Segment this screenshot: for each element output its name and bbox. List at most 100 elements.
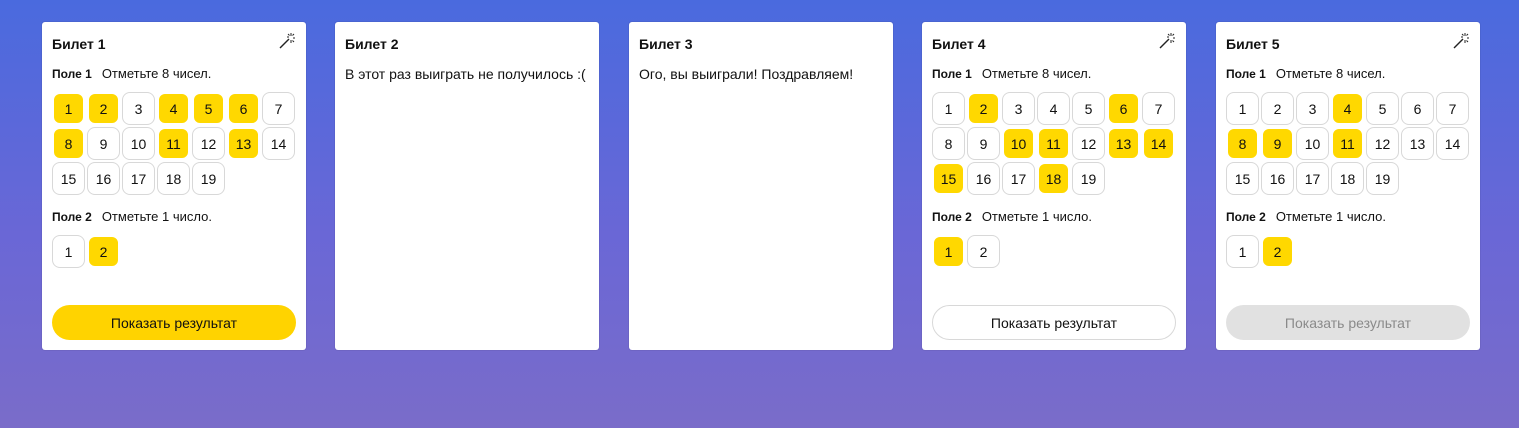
number-cell[interactable]: 11: [159, 129, 188, 158]
field-1-label: Поле 1 Отметьте 8 чисел.: [932, 66, 1176, 82]
number-cell[interactable]: 1: [52, 235, 85, 268]
field-name: Поле 2: [1226, 210, 1266, 224]
number-cell[interactable]: 15: [1226, 162, 1259, 195]
number-cell[interactable]: 14: [262, 127, 295, 160]
number-cell[interactable]: 19: [192, 162, 225, 195]
number-cell[interactable]: 2: [89, 94, 118, 123]
show-result-button[interactable]: Показать результат: [932, 305, 1176, 340]
number-cell[interactable]: 16: [87, 162, 120, 195]
field-instruction: Отметьте 8 чисел.: [101, 66, 212, 81]
number-cell[interactable]: 2: [1261, 92, 1294, 125]
field-instruction: Отметьте 8 чисел.: [981, 66, 1092, 81]
number-cell[interactable]: 18: [1039, 164, 1068, 193]
ticket-2: Билет 2 В этот раз выиграть не получилос…: [335, 22, 599, 350]
field-instruction: Отметьте 1 число.: [1275, 209, 1386, 224]
number-cell[interactable]: 10: [122, 127, 155, 160]
field-name: Поле 1: [932, 67, 972, 81]
number-cell[interactable]: 10: [1296, 127, 1329, 160]
number-cell[interactable]: 17: [122, 162, 155, 195]
field-instruction: Отметьте 1 число.: [101, 209, 212, 224]
number-cell[interactable]: 8: [54, 129, 83, 158]
show-result-button: Показать результат: [1226, 305, 1470, 340]
number-cell[interactable]: 5: [194, 94, 223, 123]
number-cell[interactable]: 3: [1296, 92, 1329, 125]
magic-wand-icon[interactable]: [278, 32, 296, 50]
ticket-1: Билет 1 Поле 1 Отметьте 8 чисел. 1234567…: [42, 22, 306, 350]
number-cell[interactable]: 1: [54, 94, 83, 123]
number-cell[interactable]: 1: [1226, 92, 1259, 125]
magic-wand-icon[interactable]: [1452, 32, 1470, 50]
number-cell[interactable]: 14: [1436, 127, 1469, 160]
number-cell[interactable]: 6: [1401, 92, 1434, 125]
number-grid: 1 2 3 4 5 6 7 8 9 10 11 12 13 14 15 16 17 18 19: [52, 92, 300, 197]
number-cell[interactable]: 19: [1072, 162, 1105, 195]
number-cell[interactable]: 9: [87, 127, 120, 160]
ticket-title: Билет 3: [639, 36, 693, 52]
number-cell[interactable]: 5: [1072, 92, 1105, 125]
magic-wand-icon[interactable]: [1158, 32, 1176, 50]
ticket-title: Билет 4: [932, 36, 986, 52]
field-name: Поле 2: [932, 210, 972, 224]
number-grid: 12: [932, 235, 1180, 270]
number-cell[interactable]: 1: [1226, 235, 1259, 268]
field-name: Поле 1: [52, 67, 92, 81]
number-cell[interactable]: 13: [229, 129, 258, 158]
number-cell[interactable]: 12: [1072, 127, 1105, 160]
number-grid: 12: [1226, 235, 1474, 270]
number-cell[interactable]: 16: [1261, 162, 1294, 195]
number-cell[interactable]: 2: [89, 237, 118, 266]
number-cell[interactable]: 3: [122, 92, 155, 125]
number-cell[interactable]: 13: [1401, 127, 1434, 160]
number-cell[interactable]: 12: [192, 127, 225, 160]
number-cell[interactable]: 14: [1144, 129, 1173, 158]
number-cell[interactable]: 11: [1333, 129, 1362, 158]
field-2-label: Поле 2 Отметьте 1 число.: [932, 209, 1176, 225]
number-cell[interactable]: 4: [159, 94, 188, 123]
number-cell[interactable]: 1: [934, 237, 963, 266]
ticket-4: Билет 4 Поле 1 Отметьте 8 чисел. 1234567…: [922, 22, 1186, 350]
number-cell[interactable]: 2: [967, 235, 1000, 268]
number-cell[interactable]: 15: [52, 162, 85, 195]
number-cell[interactable]: 7: [1142, 92, 1175, 125]
number-cell[interactable]: 8: [932, 127, 965, 160]
result-message: В этот раз выиграть не получилось :(: [345, 66, 586, 82]
number-cell[interactable]: 9: [1263, 129, 1292, 158]
number-cell[interactable]: 17: [1296, 162, 1329, 195]
number-grid: 1 2 3 4 5 6 7 8 9 10 11 12 13 14 15 16 17 18 19: [1226, 92, 1474, 197]
ticket-title: Билет 5: [1226, 36, 1280, 52]
number-cell[interactable]: 13: [1109, 129, 1138, 158]
number-cell[interactable]: 10: [1004, 129, 1033, 158]
show-result-button[interactable]: Показать результат: [52, 305, 296, 340]
field-2-label: Поле 2 Отметьте 1 число.: [1226, 209, 1470, 225]
number-cell[interactable]: 2: [1263, 237, 1292, 266]
number-cell[interactable]: 6: [1109, 94, 1138, 123]
ticket-title: Билет 2: [345, 36, 399, 52]
number-cell[interactable]: 16: [967, 162, 1000, 195]
number-cell[interactable]: 9: [967, 127, 1000, 160]
number-cell[interactable]: 11: [1039, 129, 1068, 158]
number-cell[interactable]: 12: [1366, 127, 1399, 160]
number-cell[interactable]: 5: [1366, 92, 1399, 125]
number-grid: 1 2 3 4 5 6 7 8 9 10 11 12 13 14 15 16 17 18 19: [932, 92, 1180, 197]
number-cell[interactable]: 7: [1436, 92, 1469, 125]
number-cell[interactable]: 3: [1002, 92, 1035, 125]
number-cell[interactable]: 6: [229, 94, 258, 123]
result-message: Ого, вы выиграли! Поздравляем!: [639, 66, 854, 82]
number-cell[interactable]: 7: [262, 92, 295, 125]
number-grid: 12: [52, 235, 300, 270]
number-cell[interactable]: 19: [1366, 162, 1399, 195]
number-cell[interactable]: 18: [157, 162, 190, 195]
number-cell[interactable]: 2: [969, 94, 998, 123]
field-instruction: Отметьте 1 число.: [981, 209, 1092, 224]
ticket-5: Билет 5 Поле 1 Отметьте 8 чисел. 1234567…: [1216, 22, 1480, 350]
number-cell[interactable]: 18: [1331, 162, 1364, 195]
number-cell[interactable]: 4: [1037, 92, 1070, 125]
number-cell[interactable]: 15: [934, 164, 963, 193]
field-1-label: Поле 1 Отметьте 8 чисел.: [52, 66, 296, 82]
number-cell[interactable]: 8: [1228, 129, 1257, 158]
number-cell[interactable]: 4: [1333, 94, 1362, 123]
number-cell[interactable]: 17: [1002, 162, 1035, 195]
number-cell[interactable]: 1: [932, 92, 965, 125]
field-instruction: Отметьте 8 чисел.: [1275, 66, 1386, 81]
field-1-label: Поле 1 Отметьте 8 чисел.: [1226, 66, 1470, 82]
